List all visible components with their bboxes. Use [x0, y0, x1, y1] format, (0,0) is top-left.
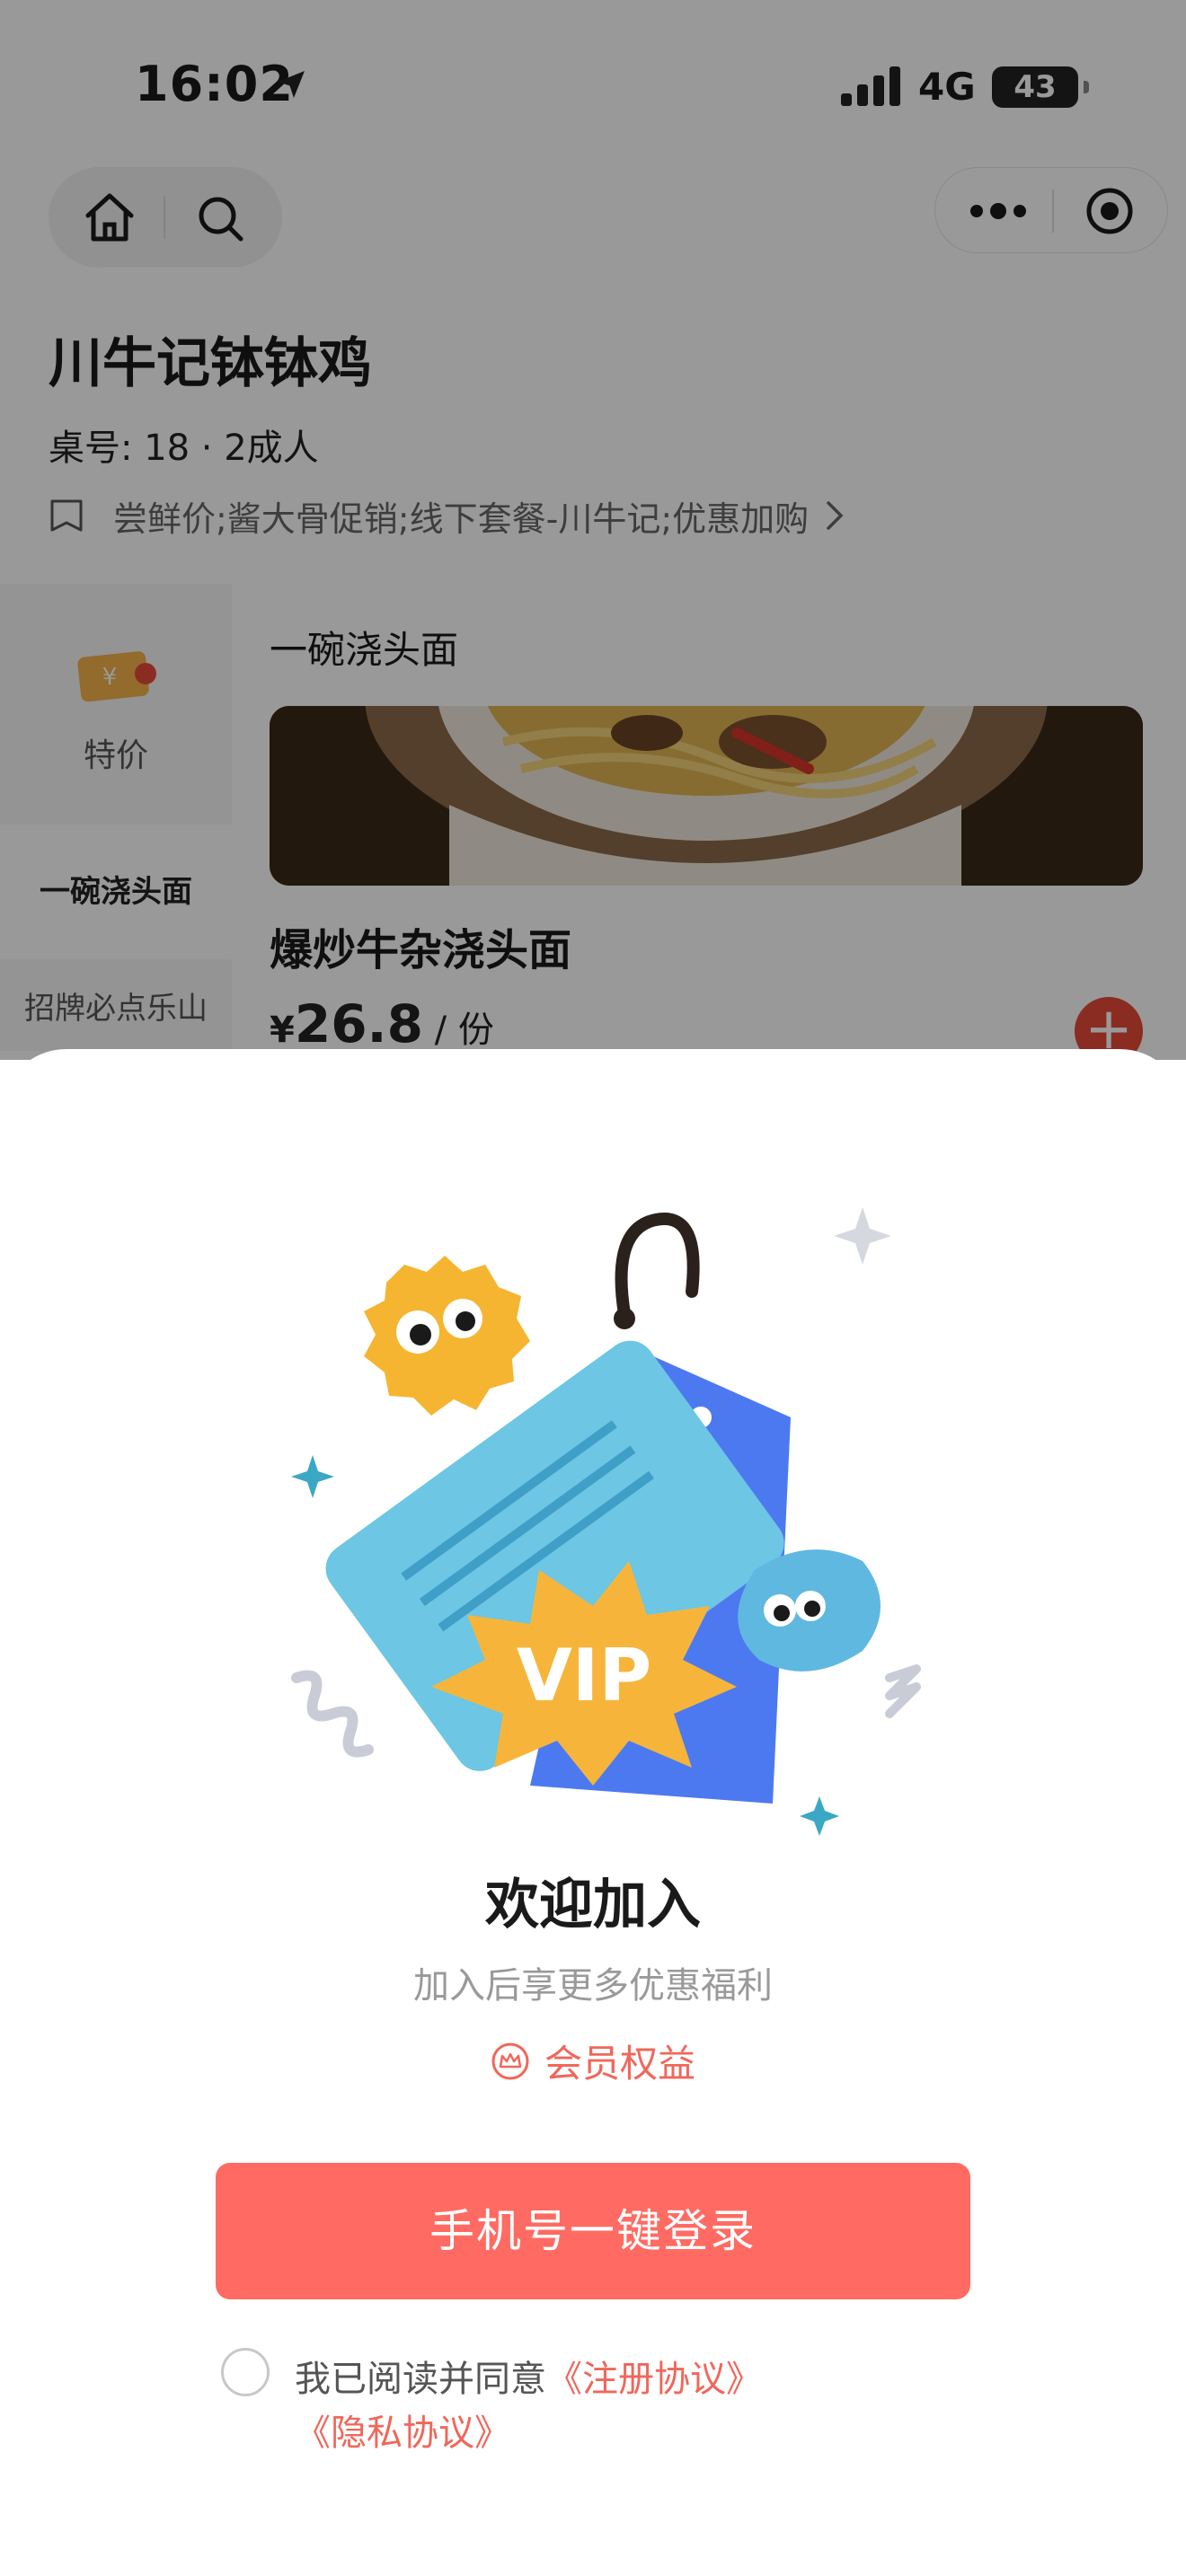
crown-icon [491, 2042, 529, 2079]
privacy-agreement-link[interactable]: 《隐私协议》 [295, 2413, 510, 2454]
phone-login-button[interactable]: 手机号一键登录 [216, 2163, 970, 2299]
member-benefits-link[interactable]: 会员权益 [0, 2033, 1186, 2088]
modal-backdrop[interactable] [0, 0, 1186, 1060]
agreement-text: 我已阅读并同意《注册协议》 [295, 2350, 762, 2402]
vip-card-illustration: VIP [291, 1207, 921, 1836]
register-agreement-link[interactable]: 《注册协议》 [546, 2359, 762, 2400]
agreement-checkbox[interactable] [221, 2348, 270, 2396]
member-benefits-label: 会员权益 [544, 2042, 695, 2086]
welcome-title: 欢迎加入 [485, 1874, 701, 1936]
vip-label: VIP [517, 1634, 651, 1717]
agreement-text-line2: 《隐私协议》 [295, 2404, 510, 2456]
welcome-subtitle: 加入后享更多优惠福利 [413, 1965, 773, 2007]
agreement-prefix: 我已阅读并同意 [295, 2359, 546, 2400]
login-sheet: VIP 欢迎加入 加入后享更多优惠福利 会员权益 手机号一键登录 我已阅读并同意… [0, 1049, 1186, 2576]
